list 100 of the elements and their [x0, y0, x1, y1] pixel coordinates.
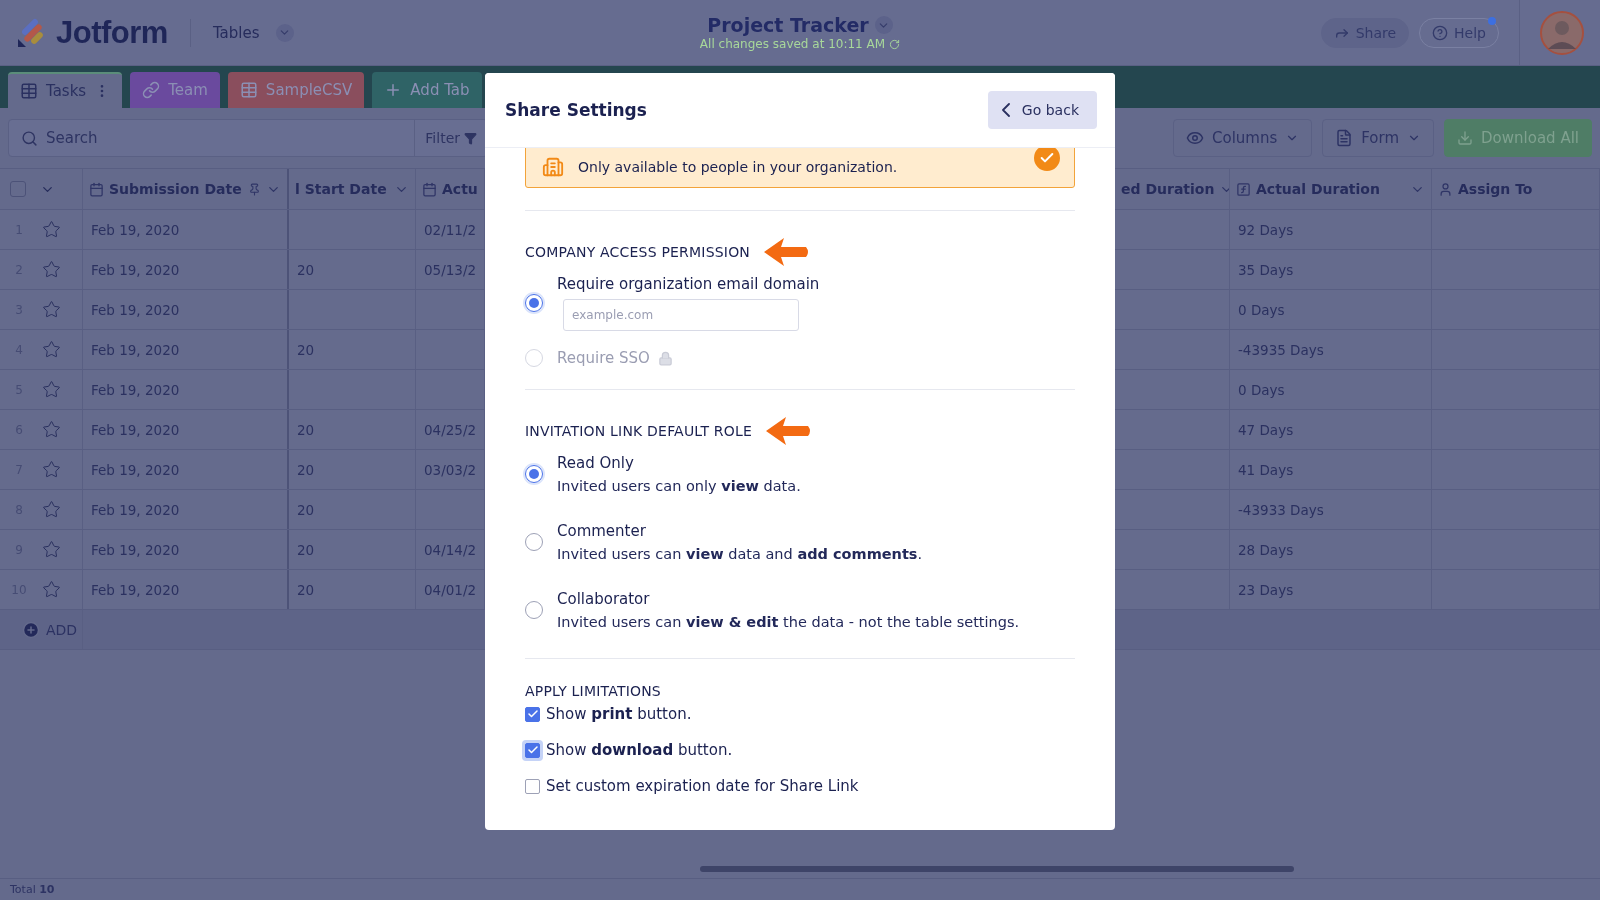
table-cell: 02/11/2 [424, 221, 477, 238]
domain-input-field[interactable]: example.com [563, 299, 799, 331]
table-cell: 0 Days [1238, 381, 1285, 398]
option-label: Require organization email domain [557, 275, 820, 293]
star-icon[interactable] [42, 460, 61, 479]
option-label: Collaborator [557, 590, 650, 608]
help-icon [1432, 24, 1449, 41]
table-cell: -43935 Days [1238, 341, 1324, 358]
star-icon[interactable] [42, 500, 61, 519]
table-cell: Feb 19, 2020 [91, 541, 180, 558]
table-cell: 04/25/2 [424, 421, 477, 438]
document-icon [1335, 129, 1354, 147]
tab[interactable]: Team [130, 72, 220, 108]
table-cell: 20 [297, 341, 315, 358]
tab[interactable]: SampleCSV [227, 72, 365, 108]
eye-icon [1186, 129, 1204, 147]
search-icon [21, 129, 38, 147]
table-cell: Feb 19, 2020 [91, 221, 180, 238]
table-cell: 04/14/2 [424, 541, 477, 558]
table-cell: 41 Days [1238, 461, 1294, 478]
table-cell: Feb 19, 2020 [91, 421, 180, 438]
grid-icon [239, 81, 258, 99]
select-all-checkbox[interactable] [10, 181, 26, 197]
section-menu[interactable]: Tables [212, 23, 260, 42]
option-label: Require SSO [557, 349, 650, 367]
section-heading: APPLY LIMITATIONS [525, 683, 661, 699]
table-cell: 92 Days [1238, 221, 1294, 238]
checkbox[interactable] [525, 706, 540, 722]
brand-name: Jotform [56, 14, 168, 51]
scrollbar[interactable] [700, 866, 1294, 872]
refresh-icon[interactable] [889, 38, 901, 50]
filter-icon [464, 131, 477, 145]
table-cell: 0 Days [1238, 301, 1285, 318]
table-cell: Feb 19, 2020 [91, 301, 180, 318]
checkbox[interactable] [525, 778, 540, 794]
table-cell: 04/01/2 [424, 581, 477, 598]
column-header[interactable]: l Start Date [289, 169, 416, 209]
search-field[interactable]: Search Filter [8, 119, 488, 157]
radio-button[interactable] [525, 465, 543, 483]
notice-card[interactable]: Only available to people in your organization. [525, 148, 1075, 188]
save-status: All changes saved at 10:11 AM [699, 37, 886, 51]
column-header[interactable]: Assign To [1432, 169, 1600, 209]
star-icon[interactable] [42, 420, 61, 439]
chevron-icon[interactable] [275, 23, 294, 42]
section-heading: COMPANY ACCESS PERMISSION [525, 244, 751, 260]
table-cell: Feb 19, 2020 [91, 261, 180, 278]
grid-icon [20, 82, 38, 100]
checkbox-label: Set custom expiration date for Share Link [546, 777, 859, 795]
person-icon [1438, 181, 1453, 197]
table-cell: 05/13/2 [424, 261, 477, 278]
option-description: Invited users can view & edit the data - not the table settings. [557, 614, 1020, 630]
option-description: Invited users can view data and add comments. [557, 546, 923, 562]
table-cell: 20 [297, 581, 315, 598]
tab[interactable]: Tasks [8, 72, 123, 108]
star-icon[interactable] [42, 220, 61, 239]
table-cell: Feb 19, 2020 [91, 341, 180, 358]
section-heading: INVITATION LINK DEFAULT ROLE [525, 423, 752, 439]
avatar[interactable] [1540, 10, 1584, 55]
calendar-icon [422, 181, 437, 197]
table-cell: Feb 19, 2020 [91, 461, 180, 478]
radio-button[interactable] [525, 294, 543, 312]
star-icon[interactable] [42, 340, 61, 359]
columns-button[interactable]: Columns [1173, 119, 1313, 157]
table-cell: 20 [297, 501, 315, 518]
checkbox-label: Show download button. [546, 741, 733, 759]
option-description: Invited users can only view data. [557, 478, 801, 494]
table-cell: 47 Days [1238, 421, 1294, 438]
pin-icon[interactable] [248, 182, 261, 196]
star-icon[interactable] [42, 540, 61, 559]
filter-button[interactable]: Filter [415, 120, 487, 156]
column-header[interactable]: Actual Duration [1230, 169, 1432, 209]
table-cell: 23 Days [1238, 581, 1294, 598]
add-tab-button[interactable]: Add Tab [372, 72, 482, 108]
calendar-icon [89, 181, 104, 197]
chevron-left-icon [1001, 103, 1010, 117]
logo-icon [16, 17, 46, 48]
star-icon[interactable] [42, 580, 61, 599]
checkbox-label: Show print button. [546, 705, 692, 723]
option-label: Read Only [557, 454, 634, 472]
table-cell: Feb 19, 2020 [91, 381, 180, 398]
link-icon [142, 81, 161, 99]
star-icon[interactable] [42, 260, 61, 279]
table-cell: -43933 Days [1238, 501, 1324, 518]
table-title[interactable]: Project Tracker [707, 14, 869, 36]
table-cell: 03/03/2 [424, 461, 477, 478]
form-button[interactable]: Form [1322, 119, 1435, 157]
download-icon [1457, 130, 1474, 146]
go-back-button[interactable]: Go back [987, 91, 1097, 129]
table-cell: 20 [297, 261, 315, 278]
chevron-icon[interactable] [874, 16, 893, 34]
table-cell: 35 Days [1238, 261, 1294, 278]
function-icon [1236, 181, 1251, 197]
table-cell: Feb 19, 2020 [91, 501, 180, 518]
notice-text: Only available to people in your organization. [578, 159, 899, 175]
table-cell: 20 [297, 541, 315, 558]
star-icon[interactable] [42, 380, 61, 399]
table-cell: Feb 19, 2020 [91, 581, 180, 598]
star-icon[interactable] [42, 300, 61, 319]
dialog-title: Share Settings [505, 100, 647, 120]
option-label: Commenter [557, 522, 646, 540]
